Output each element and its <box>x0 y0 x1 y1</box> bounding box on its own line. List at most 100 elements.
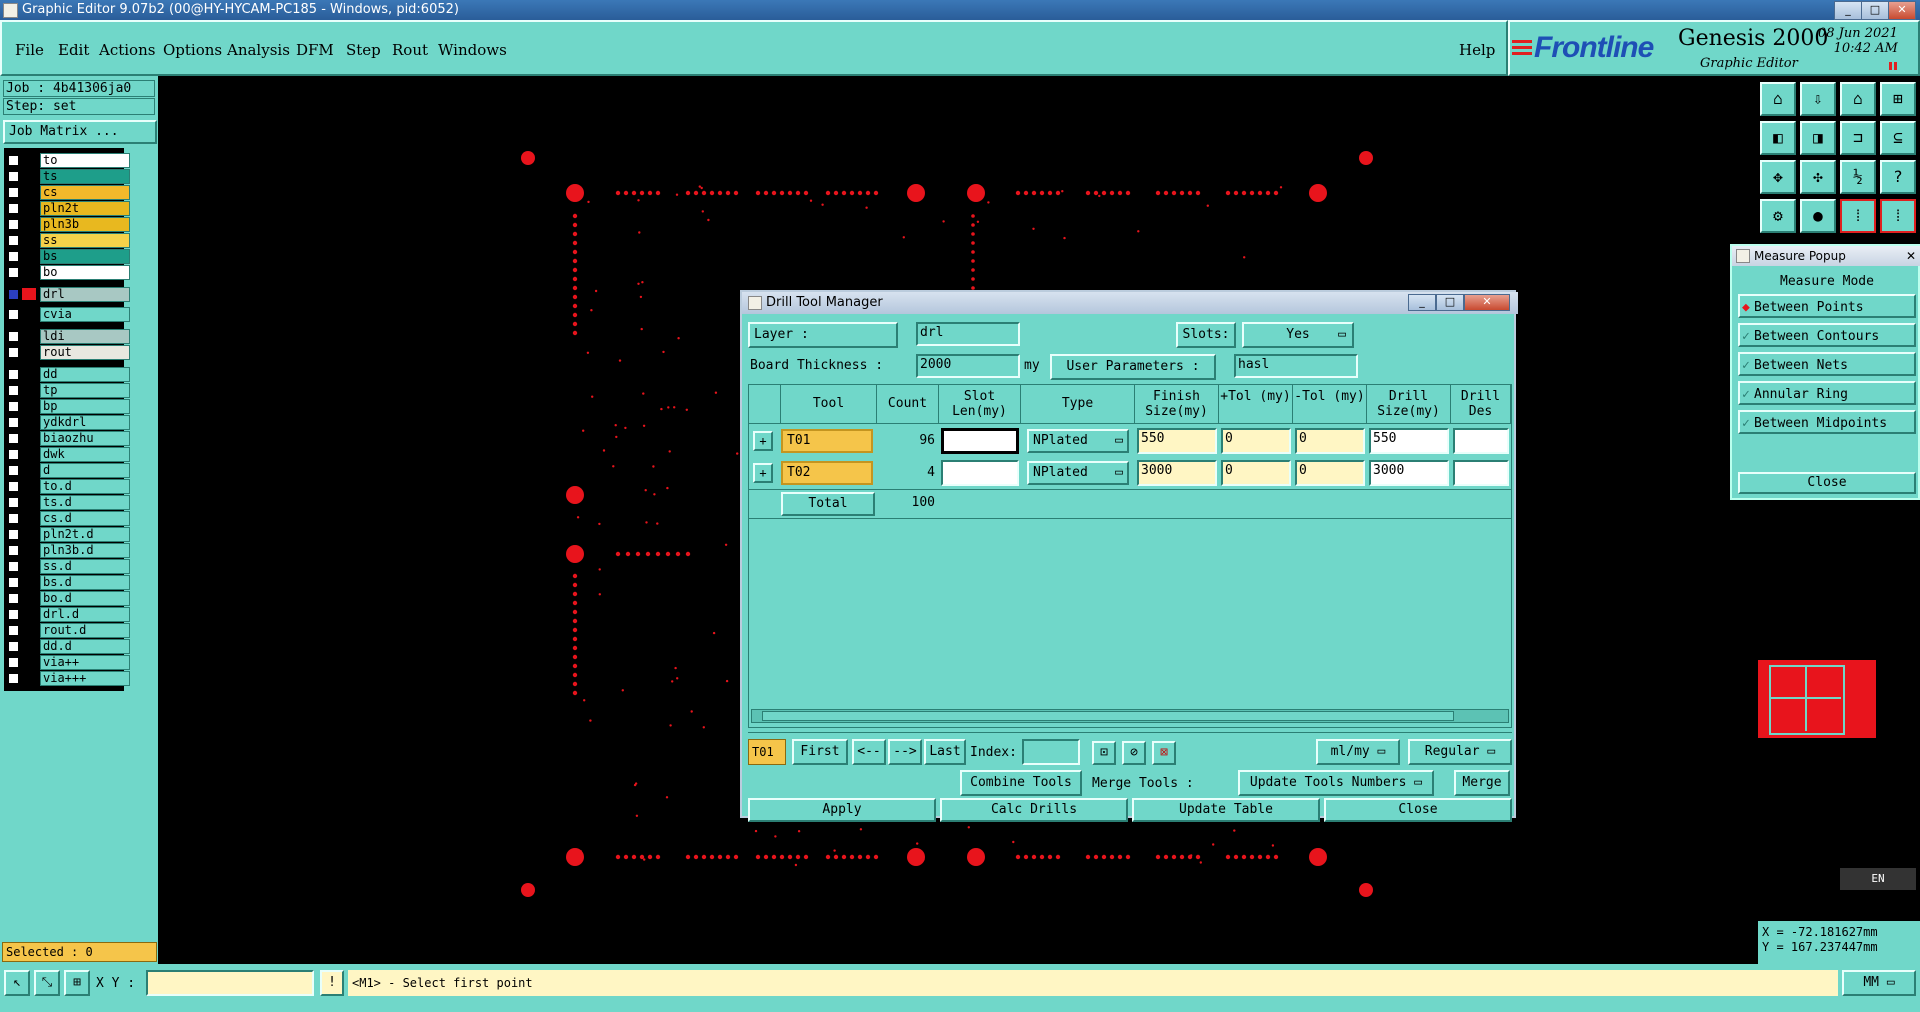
layer-row[interactable]: dd.d <box>5 639 130 654</box>
layer-row[interactable]: ydkdrl <box>5 415 130 430</box>
des-field[interactable] <box>1453 460 1509 486</box>
layer-checkbox[interactable] <box>8 609 19 620</box>
layer-checkbox[interactable] <box>8 203 19 214</box>
layer-row[interactable]: ts <box>5 169 130 184</box>
layer-name[interactable]: dwk <box>40 447 130 462</box>
refresh-icon[interactable]: ⊘ <box>1122 741 1146 765</box>
menu-step[interactable]: Step <box>346 41 381 59</box>
zoom-sd-icon[interactable]: ⊐ <box>1840 121 1876 155</box>
layer-row[interactable]: to.d <box>5 479 130 494</box>
layer-row[interactable]: bo.d <box>5 591 130 606</box>
layer-checkbox[interactable] <box>8 309 19 320</box>
layer-checkbox[interactable] <box>8 657 19 668</box>
layer-name[interactable]: pln3b.d <box>40 543 130 558</box>
layer-row[interactable]: d <box>5 463 130 478</box>
layer-row[interactable]: cs.d <box>5 511 130 526</box>
layer-row[interactable]: bs.d <box>5 575 130 590</box>
table-scrollbar[interactable] <box>751 709 1509 723</box>
slot-len-field[interactable] <box>941 460 1019 486</box>
layer-name[interactable]: cs <box>40 185 130 200</box>
layer-checkbox[interactable] <box>8 417 19 428</box>
layer-row[interactable]: bs <box>5 249 130 264</box>
measure-close-button[interactable]: Close <box>1738 472 1916 494</box>
layer-name[interactable]: pln2t.d <box>40 527 130 542</box>
merge-option-dropdown[interactable]: Update Tools Numbers ▭ <box>1238 770 1434 796</box>
layer-name[interactable]: bo.d <box>40 591 130 606</box>
layer-row[interactable]: drl <box>5 287 130 302</box>
layer-checkbox[interactable] <box>8 289 19 300</box>
layer-checkbox[interactable] <box>8 187 19 198</box>
layer-row[interactable]: ts.d <box>5 495 130 510</box>
scale-1-2-icon[interactable]: ½ <box>1840 160 1876 194</box>
layer-row[interactable]: pln3b <box>5 217 130 232</box>
layer-name[interactable]: dd <box>40 367 130 382</box>
layer-name[interactable]: cvia <box>40 307 130 322</box>
layer-row[interactable]: dd <box>5 367 130 382</box>
screw-icon[interactable]: ⚙ <box>1760 199 1796 233</box>
measure-option[interactable]: ✓ Between Midpoints <box>1738 410 1916 434</box>
apply-button[interactable]: Apply <box>748 798 936 822</box>
layer-row[interactable]: rout.d <box>5 623 130 638</box>
layers-red-icon[interactable]: ⁞ <box>1840 199 1876 233</box>
tool-cell[interactable]: T01 <box>781 429 873 453</box>
layer-row[interactable]: ss <box>5 233 130 248</box>
layer-checkbox[interactable] <box>8 545 19 556</box>
select-arrow-icon[interactable]: ↖ <box>4 970 30 996</box>
layer-row[interactable]: dwk <box>5 447 130 462</box>
layer-name[interactable]: cs.d <box>40 511 130 526</box>
layer-checkbox[interactable] <box>8 171 19 182</box>
snap-icon[interactable]: ⊆ <box>1880 121 1916 155</box>
measure-close-icon[interactable]: ✕ <box>1906 246 1916 266</box>
ptol-field[interactable]: 0 <box>1221 460 1291 486</box>
layer-row[interactable]: ss.d <box>5 559 130 574</box>
layer-checkbox[interactable] <box>8 513 19 524</box>
pan-left-icon[interactable]: ◧ <box>1760 121 1796 155</box>
layer-checkbox[interactable] <box>8 593 19 604</box>
search-icon[interactable]: ⊡ <box>1092 741 1116 765</box>
layer-name[interactable]: ss <box>40 233 130 248</box>
layer-name[interactable]: via++ <box>40 655 130 670</box>
measure-option[interactable]: ✓ Annular Ring <box>1738 381 1916 405</box>
close-window-button[interactable]: ✕ <box>1888 1 1916 20</box>
first-button[interactable]: First <box>792 739 848 765</box>
layer-name[interactable]: ss.d <box>40 559 130 574</box>
layer-checkbox[interactable] <box>8 433 19 444</box>
layer-row[interactable]: ldi <box>5 329 130 344</box>
layer-name[interactable]: biaozhu <box>40 431 130 446</box>
layer-row[interactable]: to <box>5 153 130 168</box>
house-icon[interactable]: ⌂ <box>1840 82 1876 116</box>
layer-name[interactable]: bo <box>40 265 130 280</box>
drill-field[interactable]: 3000 <box>1369 460 1449 486</box>
layer-name[interactable]: drl.d <box>40 607 130 622</box>
calc-drills-button[interactable]: Calc Drills <box>940 798 1128 822</box>
layer-checkbox[interactable] <box>8 219 19 230</box>
row-select-icon[interactable]: + <box>753 463 773 483</box>
layer-row[interactable]: drl.d <box>5 607 130 622</box>
zoom-fit-icon[interactable]: ✥ <box>1760 160 1796 194</box>
layer-checkbox[interactable] <box>8 497 19 508</box>
layer-name[interactable]: d <box>40 463 130 478</box>
units-select[interactable]: MM ▭ <box>1842 970 1916 996</box>
tool-cell[interactable]: T02 <box>781 461 873 485</box>
drill-field[interactable]: 550 <box>1369 428 1449 454</box>
layer-name[interactable]: rout <box>40 345 130 360</box>
dtm-minimize-button[interactable]: _ <box>1408 294 1436 311</box>
minimize-button[interactable]: _ <box>1834 1 1862 20</box>
layer-checkbox[interactable] <box>8 155 19 166</box>
grid-icon[interactable]: ⊞ <box>1880 82 1916 116</box>
layer-name[interactable]: ts <box>40 169 130 184</box>
board-preview[interactable] <box>1758 660 1876 738</box>
row-select-icon[interactable]: + <box>753 431 773 451</box>
dtm-close-button[interactable]: Close <box>1324 798 1512 822</box>
layer-checkbox[interactable] <box>8 251 19 262</box>
finish-field[interactable]: 3000 <box>1137 460 1217 486</box>
ptol-field[interactable]: 0 <box>1221 428 1291 454</box>
layer-checkbox[interactable] <box>8 673 19 684</box>
layer-row[interactable]: bp <box>5 399 130 414</box>
layer-row[interactable]: tp <box>5 383 130 398</box>
measure-icon[interactable]: ● <box>1800 199 1836 233</box>
menu-help[interactable]: Help <box>1459 41 1495 59</box>
layer-checkbox[interactable] <box>8 401 19 412</box>
grid-snap-icon[interactable]: ⊞ <box>64 970 90 996</box>
layer-row[interactable]: cvia <box>5 307 130 322</box>
